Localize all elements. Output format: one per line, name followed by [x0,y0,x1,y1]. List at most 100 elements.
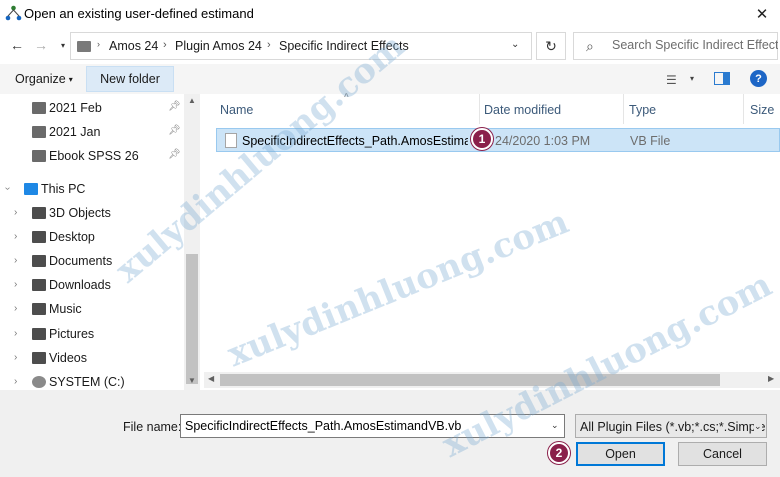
3d-objects-icon [32,207,46,219]
file-name-input[interactable] [180,414,565,438]
chevron-right-icon: › [163,39,167,51]
cancel-button-label: Cancel [703,447,742,461]
navigation-bar: ← → ▾ › Amos 24 › Plugin Amos 24 › Speci… [0,28,780,64]
organize-label: Organize [15,72,66,86]
folder-icon [32,102,46,114]
chevron-right-icon[interactable]: › [14,207,17,218]
nav-item-videos[interactable]: › Videos [0,346,184,370]
column-header-type[interactable]: Type [613,94,744,124]
column-size-label: Size [750,103,775,117]
command-toolbar: Organize ▾ New folder ☰ ▾ ? [0,64,780,94]
chevron-right-icon[interactable]: › [14,328,17,339]
nav-item-documents[interactable]: › Documents [0,249,184,273]
scrollbar-thumb[interactable] [186,254,198,384]
preview-pane-icon[interactable] [714,72,730,85]
dialog-footer: File name: ⌄ All Plugin Files (*.vb;*.cs… [0,390,780,477]
file-type-filter-value: All Plugin Files (*.vb;*.cs;*.Simple [580,420,766,434]
column-type-label: Type [629,103,657,117]
view-details-icon[interactable]: ☰ [666,73,677,87]
column-header-size[interactable]: Size [734,94,780,124]
amos-app-icon [5,5,22,21]
refresh-button[interactable]: ↻ [536,32,566,60]
chevron-down-icon: ▾ [60,40,65,50]
title-bar: Open an existing user-defined estimand ✕ [0,0,780,28]
scroll-up-icon[interactable]: ▲ [188,96,196,105]
nav-item-this-pc[interactable]: › This PC [0,177,184,201]
file-name-cell: SpecificIndirectEffects_Path.AmosEstiman… [242,134,468,148]
navigation-scrollbar[interactable]: ▲ ▼ [184,94,200,390]
nav-item-label: Pictures [49,327,95,341]
chevron-down-icon[interactable]: › [2,187,13,190]
organize-menu[interactable]: Organize ▾ [15,72,73,86]
cancel-button[interactable]: Cancel [678,442,767,466]
nav-item-label: 3D Objects [49,206,111,220]
search-box[interactable]: ⌕ [573,32,778,60]
chevron-right-icon[interactable]: › [14,376,17,387]
chevron-right-icon: › [267,39,271,51]
file-type-cell: VB File [630,134,671,148]
chevron-right-icon[interactable]: › [14,255,17,266]
chevron-right-icon[interactable]: › [14,231,17,242]
chevron-down-icon[interactable]: ⌄ [551,420,559,431]
pictures-icon [32,328,46,340]
nav-item-label: 2021 Jan [49,125,101,139]
nav-item-system-c[interactable]: › SYSTEM (C:) [0,370,184,390]
chevron-right-icon[interactable]: › [14,279,17,290]
close-button[interactable]: ✕ [744,0,780,28]
table-row[interactable]: SpecificIndirectEffects_Path.AmosEstiman… [216,128,780,152]
file-date-cell: 24/2020 1:03 PM [495,134,591,148]
open-button-label: Open [605,447,636,461]
chevron-right-icon[interactable]: › [14,352,17,363]
search-icon: ⌕ [586,38,594,54]
folder-icon [77,41,91,52]
chevron-down-icon[interactable]: ⌄ [511,39,519,50]
back-button[interactable]: ← [8,36,26,54]
scrollbar-thumb[interactable] [220,374,720,386]
nav-item-2021-feb[interactable]: 2021 Feb 📌︎ [0,96,184,120]
chevron-right-icon[interactable]: › [14,303,17,314]
caret-down-icon[interactable]: ▾ [690,74,694,83]
nav-item-label: Downloads [49,278,111,292]
nav-item-label: Desktop [49,230,95,244]
sort-ascending-icon: ^ [344,92,349,101]
nav-item-ebook-spss-26[interactable]: Ebook SPSS 26 📌︎ [0,144,184,168]
file-type-filter[interactable]: All Plugin Files (*.vb;*.cs;*.Simple ⌄ [575,414,767,438]
pin-icon: 📌︎ [168,125,181,136]
computer-icon [24,183,38,195]
scroll-right-icon[interactable]: ▶ [768,374,774,383]
column-header-name[interactable]: Name ^ [204,92,480,124]
horizontal-scrollbar[interactable]: ◀ ▶ [204,372,780,388]
nav-item-pictures[interactable]: › Pictures [0,322,184,346]
chevron-down-icon: ⌄ [754,421,762,432]
open-button[interactable]: Open [576,442,665,466]
videos-icon [32,352,46,364]
nav-item-music[interactable]: › Music [0,297,184,321]
scroll-left-icon[interactable]: ◀ [208,374,214,383]
search-input[interactable] [612,38,778,52]
help-icon[interactable]: ? [750,70,767,87]
column-name-label: Name [220,103,254,117]
refresh-icon: ↻ [545,37,557,54]
pin-icon: 📌︎ [168,149,181,160]
nav-item-3d-objects[interactable]: › 3D Objects [0,201,184,225]
nav-item-label: Music [49,302,82,316]
scroll-down-icon[interactable]: ▼ [188,376,196,385]
breadcrumb-specific-indirect-effects[interactable]: Specific Indirect Effects [279,39,409,53]
arrow-left-icon: ← [10,37,24,53]
column-date-label: Date modified [484,103,562,117]
nav-item-downloads[interactable]: › Downloads [0,273,184,297]
nav-item-label: SYSTEM (C:) [49,375,125,389]
breadcrumb-plugin-amos-24[interactable]: Plugin Amos 24 [175,39,262,53]
nav-item-desktop[interactable]: › Desktop [0,225,184,249]
chevron-right-icon: › [97,39,100,49]
step-badge-2: 2 [548,442,570,464]
column-header-date[interactable]: Date modified [468,94,624,124]
forward-button[interactable]: → [32,36,50,54]
new-folder-button[interactable]: New folder [86,66,174,92]
new-folder-label: New folder [100,72,160,86]
arrow-right-icon: → [34,37,48,53]
nav-item-2021-jan[interactable]: 2021 Jan 📌︎ [0,120,184,144]
breadcrumb-amos-24[interactable]: Amos 24 [109,39,158,53]
nav-item-label: This PC [41,182,86,196]
address-bar[interactable]: › Amos 24 › Plugin Amos 24 › Specific In… [70,32,532,60]
